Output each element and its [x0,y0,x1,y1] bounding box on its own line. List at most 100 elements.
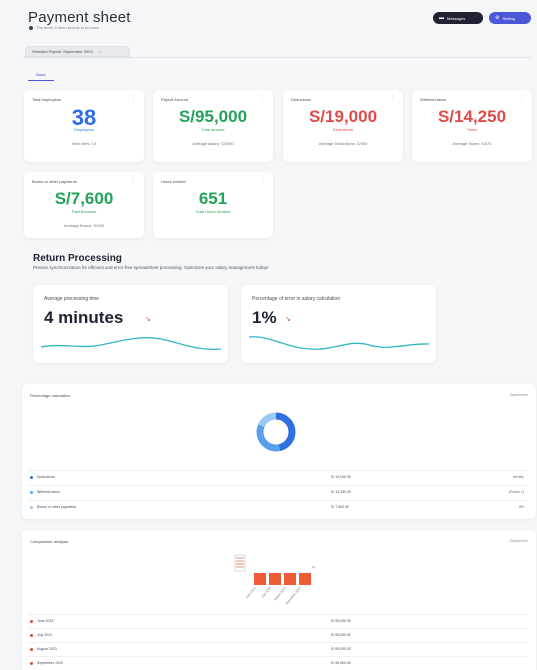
chart-bar [284,573,296,585]
row-amount: S/ 95,000.00 [331,619,351,623]
tab-basic[interactable]: Basic [28,68,54,81]
stat-unit: Deductions [332,127,353,132]
stat-footnote: Average Taxes: S/375 [452,141,492,146]
stat-footnote: Average Deductions: S/500 [318,141,368,146]
more-options-icon[interactable]: ⋮ [260,95,265,101]
row-amount: S/ 19,000.00 [331,475,351,479]
comparative-analysis-panel: Comparative analysis Septiembre June 202… [22,530,536,670]
stat-unit: Employees [74,127,94,132]
metric-label: Average processing time [44,296,99,302]
panel-title: Percentage calculation [30,393,71,398]
row-name: Deductions [37,475,55,479]
row-amount: S/ 14,250.00 [331,490,351,494]
trend-down-icon: ↘ [285,316,291,323]
row-percentage: 8% [518,505,524,509]
return-processing-title: Return Processing [33,253,122,264]
legend-dot [30,620,33,623]
stat-value: S/95,000 [178,107,248,126]
more-options-icon[interactable]: ⋮ [390,95,395,101]
stat-label: Withheld taxes [420,97,447,102]
tab-divider [22,57,532,58]
panel-title: Comparative analysis [30,539,69,544]
stat-card-payroll-amount: Payroll Amount ⋮ S/95,000 Total amount A… [153,90,273,162]
stat-card-total-employees: Total employees ⋮ 38 Employees New hires… [24,90,144,162]
stat-label: Bonus or other payments [32,179,77,184]
stat-label: Deductions [291,97,312,102]
stat-card-deductions: Deductions ⋮ S/19,000 Deductions Average… [283,90,403,162]
x-tick-label: September 2023 [284,586,302,605]
stat-unit: Taxes [466,127,478,132]
stat-value: S/14,250 [437,107,507,126]
stat-footnote: New hires: 14 [71,141,97,146]
row-amount: S/ 7,600.00 [331,505,349,509]
metric-card-error-percentage: Percentage of error in salary calculatio… [241,285,436,363]
row-amount: S/ 95,000.00 [331,633,351,637]
x-tick-label: August 2023 [273,586,287,602]
setting-button[interactable]: ⚙ Setting [489,12,531,24]
legend-dot [30,476,33,479]
close-tab-icon[interactable]: × [99,49,101,54]
stat-value: 651 [198,189,228,208]
percentage-donut-chart [256,412,296,452]
metric-value: 4 minutes [44,308,124,327]
payroll-tab-label: Selected Payroll: September 2023 [32,49,93,54]
row-amount: S/ 95,000.00 [331,661,351,665]
processing-time-sparkline [41,337,221,350]
chart-bar [254,573,266,585]
row-percentage: Identify [512,475,524,479]
legend-dot [30,648,33,651]
row-percentage: (Phase 1) [508,490,524,494]
list-item: Bonus or other payments S/ 7,600.00 8% [28,500,528,514]
stat-card-bonus: Bonus or other payments ⋮ S/7,600 Paid B… [24,172,144,238]
stat-label: Hours worked [161,179,186,184]
return-processing-subtitle: Precise synchronization for efficient an… [33,265,269,270]
stat-label: Total employees [32,97,61,102]
stat-unit: Total amount [201,127,225,132]
stat-unit: Paid Bonuses [71,209,97,214]
stat-label: Payroll Amount [161,97,188,102]
stat-value: S/19,000 [308,107,378,126]
status-dot-icon [29,25,33,30]
list-item: September 2023 S/ 95,000.00 [28,656,528,670]
row-name: Bonus or other payments [37,505,77,509]
page-title: Payment sheet [28,9,131,26]
subtitle-text: The block 3 new records in process [36,25,99,30]
stat-footnote: Average Bonus: S/200 [64,223,104,228]
metric-value: 1% [252,308,277,327]
metric-card-processing-time: Average processing time 4 minutes ↘ [33,285,228,363]
page-subtitle: The block 3 new records in process [29,25,99,30]
payroll-tab[interactable]: Selected Payroll: September 2023 × [25,46,130,57]
stat-value: S/7,600 [54,189,114,208]
legend-dot [30,662,33,665]
more-options-icon[interactable]: ⋮ [519,95,524,101]
row-name: June 2023 [37,619,54,623]
list-item: August 2023 S/ 95,000.00 [28,642,528,656]
chart-sidebar-icon [234,554,246,572]
page-header: Payment sheet The block 3 new records in… [0,0,537,44]
period-select[interactable]: Septiembre [510,539,528,543]
payment-sheet-page: Payment sheet The block 3 new records in… [0,0,537,670]
trend-down-icon: ↘ [145,316,151,323]
x-tick-label: June 2023 [245,586,257,600]
legend-dot [30,506,33,509]
percentage-calculation-panel: Percentage calculation Septiembre Deduct… [22,384,536,519]
chat-icon: ▬ [439,14,444,21]
row-name: July 2023 [37,633,52,637]
chart-bar [299,573,311,585]
more-options-icon[interactable]: ⋮ [260,177,265,183]
messages-label: Messages [447,15,466,21]
chart-bar [269,573,281,585]
setting-label: Setting [502,15,515,21]
stat-footnote: Average salary: S/2500 [192,141,234,146]
list-item: Withheld taxes S/ 14,250.00 (Phase 1) [28,485,528,499]
more-options-icon[interactable]: ⋮ [131,95,136,101]
legend-dot [30,634,33,637]
legend-dot [30,491,33,494]
gear-icon: ⚙ [495,14,500,21]
row-name: September 2023 [37,661,63,665]
chart-top-label: 12 [312,565,316,569]
x-tick-label: July 2023 [260,586,272,599]
messages-button[interactable]: ▬ Messages [433,12,483,24]
more-options-icon[interactable]: ⋮ [131,177,136,183]
period-select[interactable]: Septiembre [510,393,528,397]
